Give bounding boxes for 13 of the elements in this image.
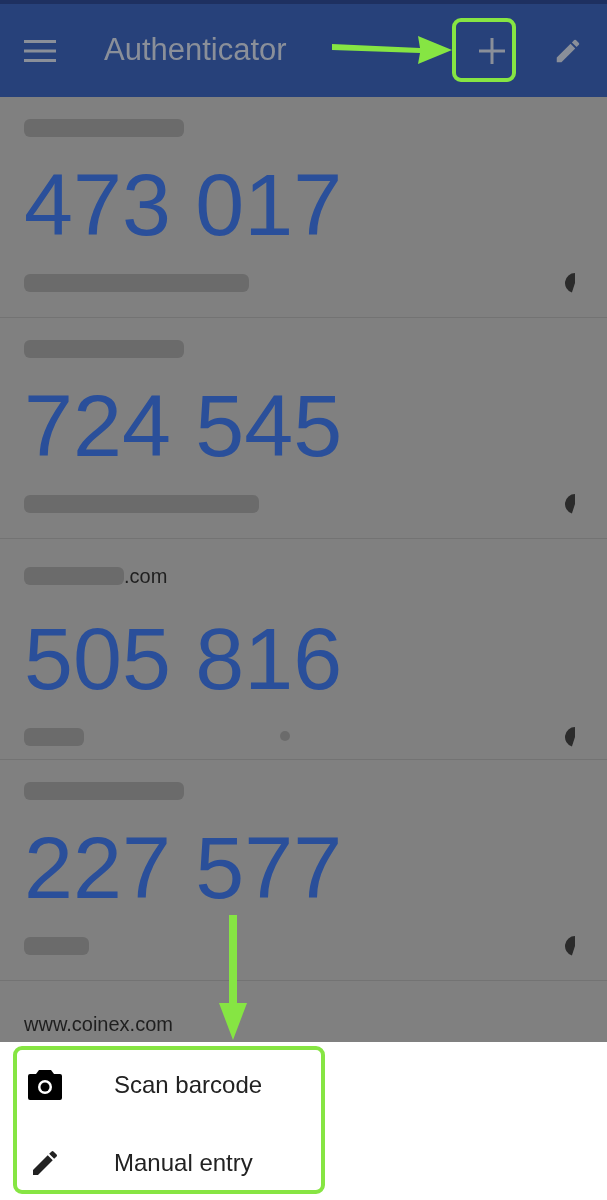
camera-icon [28, 1070, 62, 1100]
otp-code[interactable]: 505 816 [24, 615, 585, 703]
otp-code[interactable]: 724 545 [24, 382, 585, 470]
issuer-name: .com [124, 564, 168, 589]
issuer-name: www.coinex.com [24, 1012, 173, 1037]
menu-icon[interactable] [24, 39, 56, 62]
app-title: Authenticator [104, 31, 287, 70]
otp-code[interactable]: 473 017 [24, 161, 585, 249]
add-icon[interactable] [479, 37, 505, 64]
menu-item[interactable]: Scan barcode [114, 1067, 263, 1103]
otp-code[interactable]: 227 577 [24, 824, 585, 912]
highlight-frame [452, 18, 516, 82]
menu-item[interactable]: Manual entry [114, 1145, 253, 1181]
